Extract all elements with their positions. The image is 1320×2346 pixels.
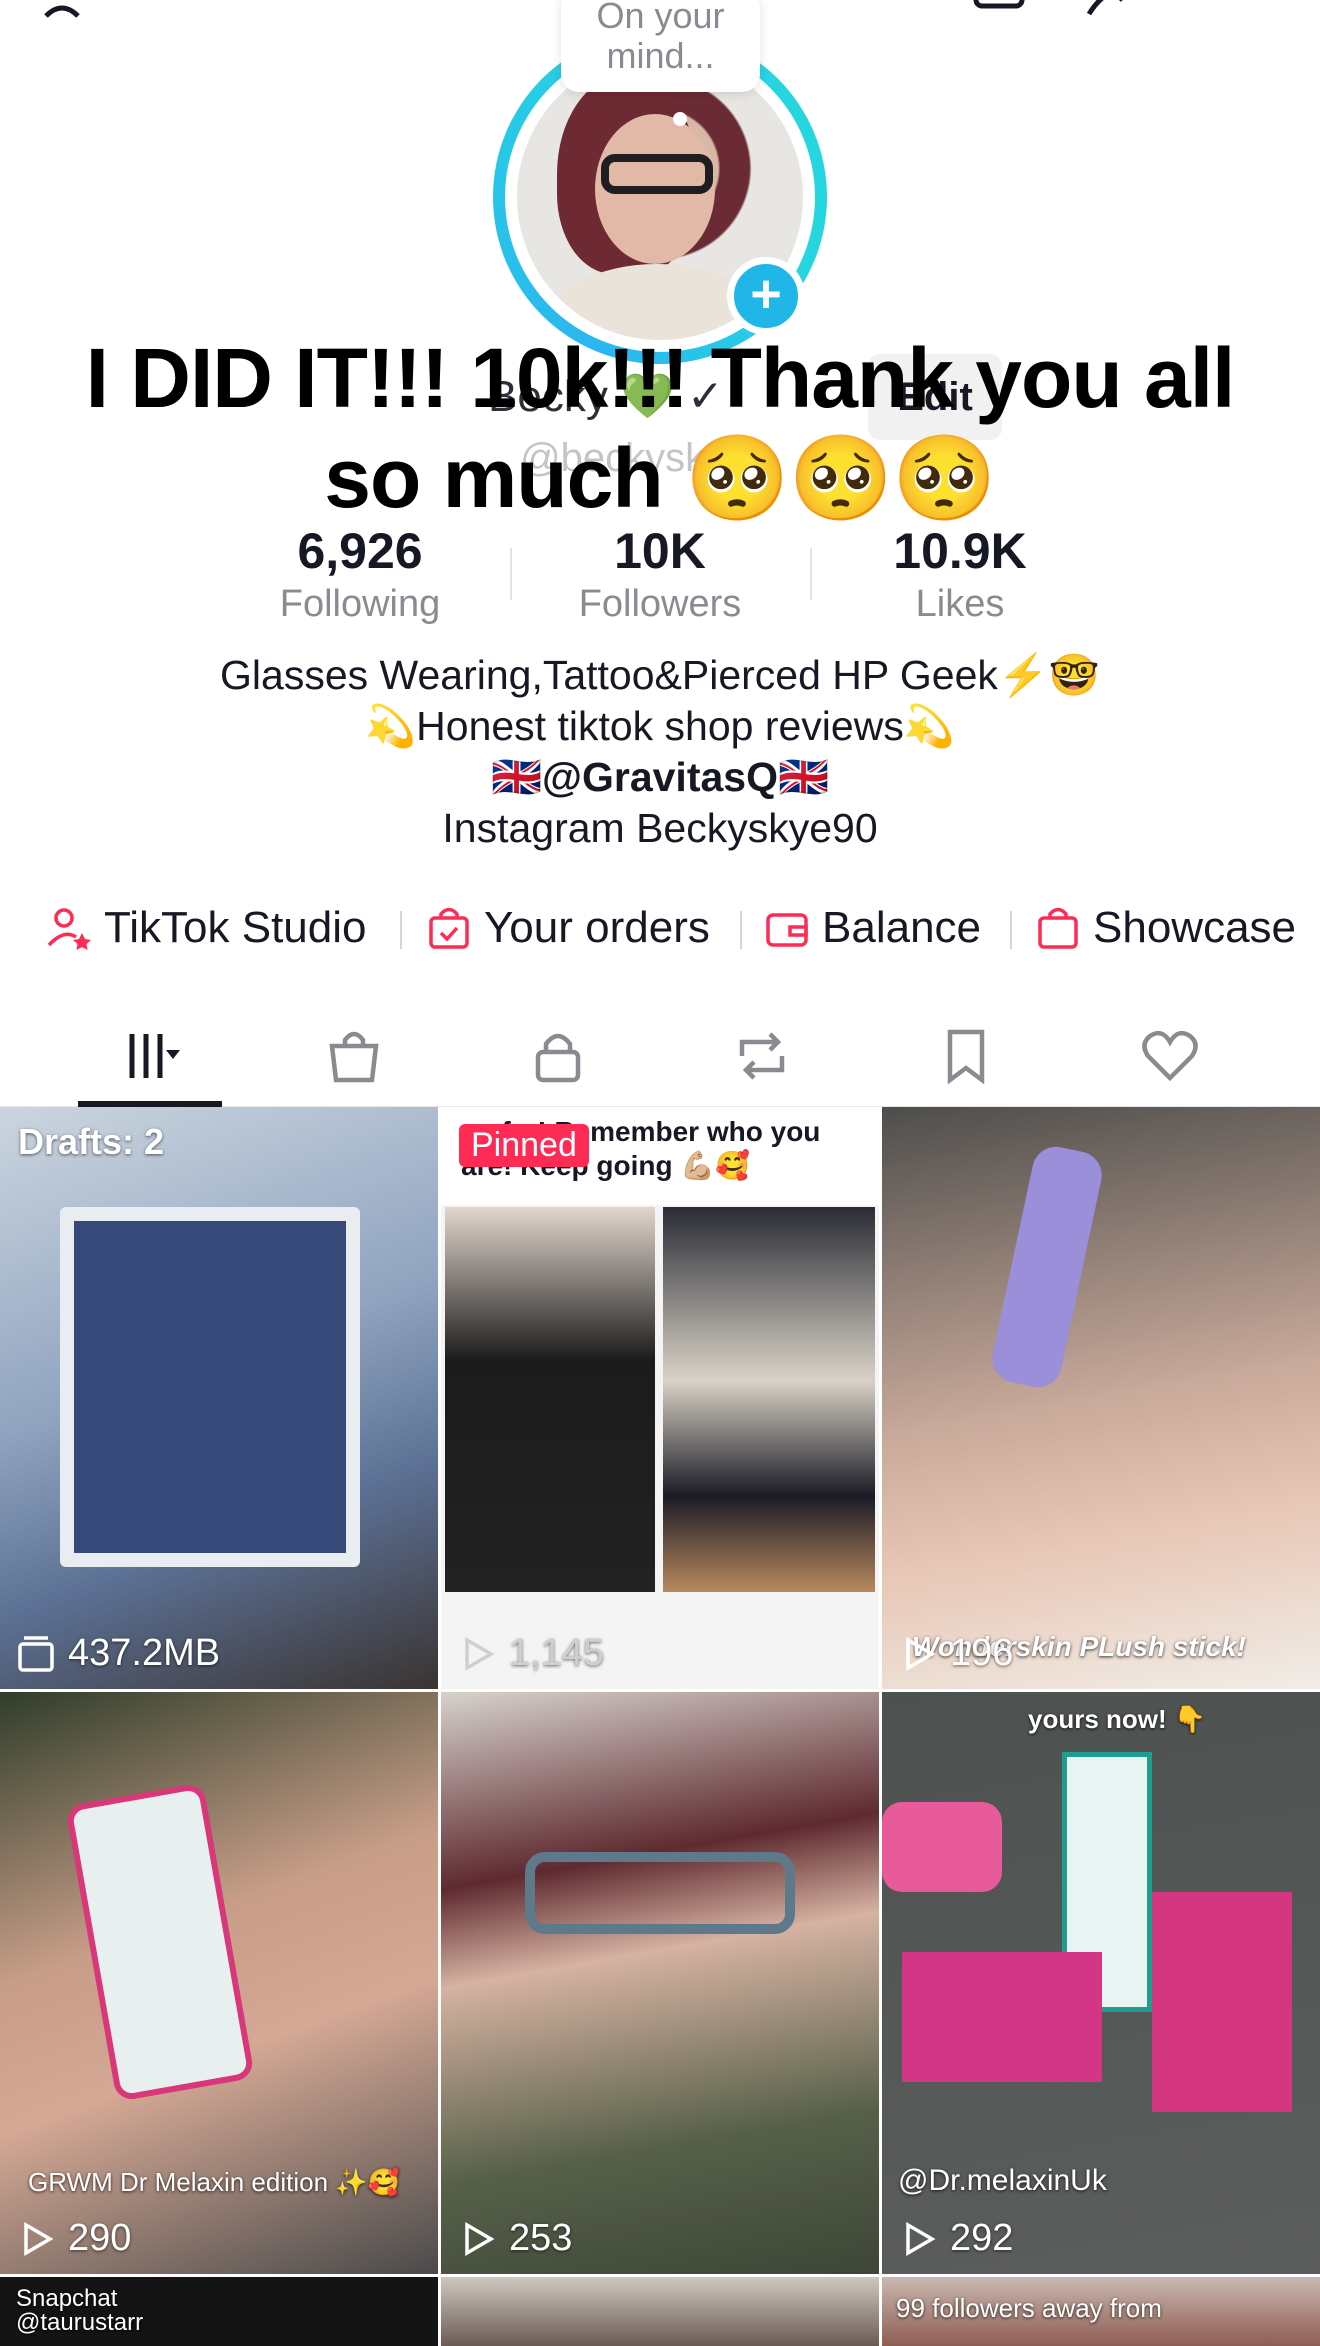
pinned-badge: Pinned xyxy=(459,1124,589,1167)
grid-icon xyxy=(129,1034,180,1078)
profile-stats: 6,926 Following 10K Followers 10.9K Like… xyxy=(0,522,1320,632)
creator-tools-icon[interactable] xyxy=(970,0,1030,20)
video-tile-4[interactable]: GRWM Dr Melaxin edition ✨🥰 290 xyxy=(0,1692,438,2274)
quick-links: TikTok Studio Your orders Balance Showca… xyxy=(0,893,1320,963)
stat-following[interactable]: 6,926 Following xyxy=(230,522,490,628)
stat-followers[interactable]: 10K Followers xyxy=(530,522,790,628)
add-friend-icon[interactable] xyxy=(40,0,100,20)
person-star-icon xyxy=(47,908,91,950)
bio-link-gravitasq[interactable]: 🇬🇧@GravitasQ🇬🇧 xyxy=(0,752,1320,803)
stat-likes[interactable]: 10.9K Likes xyxy=(830,522,1090,628)
tiktok-studio-link[interactable]: TikTok Studio xyxy=(46,893,366,963)
bookmark-icon xyxy=(947,1029,985,1085)
tab-reposts[interactable] xyxy=(692,1005,832,1107)
drafts-icon xyxy=(18,1635,54,1672)
video-tile-7[interactable]: Snapchat @taurustarr xyxy=(0,2277,438,2346)
video-tile-8[interactable] xyxy=(441,2277,879,2346)
video-tile-3[interactable]: Wonderskin PLush stick! 196 xyxy=(882,1107,1320,1689)
celebration-overlay-text: I DID IT!!! 10k!!! Thank you all so much… xyxy=(85,331,1236,525)
content-tabs xyxy=(0,1005,1320,1107)
bio-line: Instagram Beckyskye90 xyxy=(442,805,878,851)
on-your-mind-bubble[interactable]: On your mind... xyxy=(561,0,760,92)
tab-videos[interactable] xyxy=(80,1005,220,1107)
video-grid: Drafts: 2 437.2MB so far! Remember who y… xyxy=(0,1107,1320,2346)
play-icon xyxy=(24,2221,54,2256)
video-tile-6[interactable]: yours now! 👇 @Dr.melaxinUk 292 xyxy=(882,1692,1320,2274)
shopping-bag-check-icon xyxy=(429,907,469,949)
repost-icon xyxy=(739,1032,785,1080)
video-tile-pinned[interactable]: so far! Remember who you are! Keep going… xyxy=(441,1107,879,1689)
share-icon[interactable] xyxy=(1085,0,1145,20)
tab-liked[interactable] xyxy=(1100,1005,1240,1107)
wallet-icon xyxy=(766,913,808,947)
video-tile-5[interactable]: 253 xyxy=(441,1692,879,2274)
play-icon xyxy=(465,1636,495,1671)
drafts-size: 437.2MB xyxy=(68,1632,221,1674)
video-tile-9[interactable]: 99 followers away from xyxy=(882,2277,1320,2346)
tab-private[interactable] xyxy=(488,1005,628,1107)
play-icon xyxy=(465,2221,495,2256)
tab-saved[interactable] xyxy=(896,1005,1036,1107)
play-icon xyxy=(906,1636,936,1671)
shop-bag-icon xyxy=(329,1031,379,1083)
bio-line: Glasses Wearing,Tattoo&Pierced HP Geek⚡️… xyxy=(220,652,1100,698)
tab-shop[interactable] xyxy=(284,1005,424,1107)
shopping-bag-icon xyxy=(1038,907,1078,949)
balance-link[interactable]: Balance xyxy=(764,893,981,963)
showcase-link[interactable]: Showcase xyxy=(1035,893,1296,963)
drafts-label: Drafts: 2 xyxy=(18,1121,165,1162)
bio-line: 💫Honest tiktok shop reviews💫 xyxy=(365,703,955,749)
lock-icon xyxy=(535,1033,581,1083)
add-story-button[interactable]: + xyxy=(727,257,805,335)
menu-icon[interactable] xyxy=(1210,0,1270,20)
heart-icon xyxy=(1142,1030,1198,1082)
bio: Glasses Wearing,Tattoo&Pierced HP Geek⚡️… xyxy=(0,650,1320,854)
your-orders-link[interactable]: Your orders xyxy=(426,893,710,963)
play-icon xyxy=(906,2221,936,2256)
drafts-tile[interactable]: Drafts: 2 437.2MB xyxy=(0,1107,438,1689)
